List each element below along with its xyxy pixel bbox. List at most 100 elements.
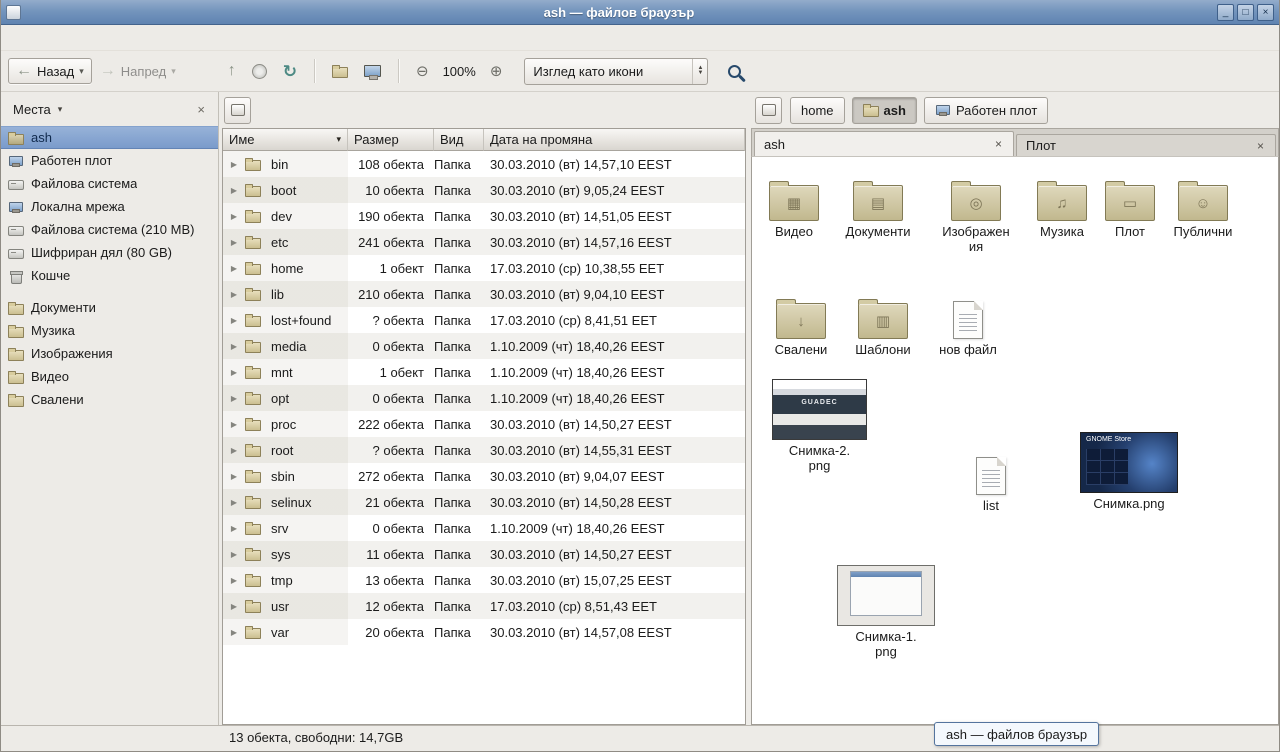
pane-location-button[interactable]: [224, 97, 251, 124]
icon-view-item[interactable]: GNOME Store Снимка.png: [1079, 432, 1179, 512]
menu-item[interactable]: [41, 34, 59, 42]
table-row[interactable]: ▶ dev 190 обекта Папка 30.03.2010 (вт) 1…: [223, 203, 745, 229]
tab[interactable]: Плот ×: [1016, 134, 1276, 156]
icon-view-item[interactable]: нов файл: [930, 287, 1006, 358]
sidebar-item[interactable]: Видео: [1, 365, 218, 388]
expander-icon[interactable]: ▶: [223, 420, 245, 429]
column-header-type[interactable]: Вид: [434, 129, 484, 151]
table-row[interactable]: ▶ usr 12 обекта Папка 17.03.2010 (ср) 8,…: [223, 593, 745, 619]
table-row[interactable]: ▶ proc 222 обекта Папка 30.03.2010 (вт) …: [223, 411, 745, 437]
expander-icon[interactable]: ▶: [223, 446, 245, 455]
sidebar-item[interactable]: Локална мрежа: [1, 195, 218, 218]
computer-button[interactable]: [356, 60, 389, 82]
table-row[interactable]: ▶ selinux 21 обекта Папка 30.03.2010 (вт…: [223, 489, 745, 515]
menu-item[interactable]: [23, 34, 41, 42]
icon-view-item[interactable]: Снимка-1. png: [836, 565, 936, 660]
table-row[interactable]: ▶ sbin 272 обекта Папка 30.03.2010 (вт) …: [223, 463, 745, 489]
sidebar-item[interactable]: Музика: [1, 319, 218, 342]
icon-view-item[interactable]: ▤ Документи: [840, 169, 916, 240]
icon-view-item[interactable]: ↓ Свалени: [763, 287, 839, 358]
icon-view-item[interactable]: ☺ Публични: [1165, 169, 1241, 240]
expander-icon[interactable]: ▶: [223, 628, 245, 637]
table-row[interactable]: ▶ bin 108 обекта Папка 30.03.2010 (вт) 1…: [223, 151, 745, 177]
table-row[interactable]: ▶ root ? обекта Папка 30.03.2010 (вт) 14…: [223, 437, 745, 463]
close-button[interactable]: ×: [1257, 4, 1274, 21]
expander-icon[interactable]: ▶: [223, 550, 245, 559]
expander-icon[interactable]: ▶: [223, 472, 245, 481]
tab-close-icon[interactable]: ×: [1255, 139, 1266, 153]
expander-icon[interactable]: ▶: [223, 576, 245, 585]
expander-icon[interactable]: ▶: [223, 186, 245, 195]
table-row[interactable]: ▶ mnt 1 обект Папка 1.10.2009 (чт) 18,40…: [223, 359, 745, 385]
menu-item[interactable]: [77, 34, 95, 42]
tab-close-icon[interactable]: ×: [993, 137, 1004, 151]
expander-icon[interactable]: ▶: [223, 160, 245, 169]
breadcrumb-button[interactable]: Работен плот: [924, 97, 1048, 124]
breadcrumb-button[interactable]: ash: [852, 97, 917, 124]
sidebar-item[interactable]: Файлова система: [1, 172, 218, 195]
expander-icon[interactable]: ▶: [223, 342, 245, 351]
icon-view-item[interactable]: list: [953, 443, 1029, 514]
sidebar-item[interactable]: Кошче: [1, 264, 218, 287]
table-row[interactable]: ▶ etc 241 обекта Папка 30.03.2010 (вт) 1…: [223, 229, 745, 255]
icon-view-item[interactable]: ▥ Шаблони: [845, 287, 921, 358]
stop-button[interactable]: [244, 59, 275, 84]
sidebar-close-icon[interactable]: ×: [190, 100, 212, 119]
icon-view-item[interactable]: ♫ Музика: [1024, 169, 1100, 240]
tab[interactable]: ash ×: [754, 131, 1014, 156]
icon-view-item[interactable]: ◎ Изображен ия: [938, 169, 1014, 255]
table-row[interactable]: ▶ opt 0 обекта Папка 1.10.2009 (чт) 18,4…: [223, 385, 745, 411]
up-button[interactable]: ↑: [220, 58, 244, 84]
sidebar-item[interactable]: Файлова система (210 MB): [1, 218, 218, 241]
expander-icon[interactable]: ▶: [223, 602, 245, 611]
table-row[interactable]: ▶ boot 10 обекта Папка 30.03.2010 (вт) 9…: [223, 177, 745, 203]
breadcrumb-button[interactable]: home: [790, 97, 845, 124]
table-row[interactable]: ▶ srv 0 обекта Папка 1.10.2009 (чт) 18,4…: [223, 515, 745, 541]
expander-icon[interactable]: ▶: [223, 498, 245, 507]
expander-icon[interactable]: ▶: [223, 290, 245, 299]
titlebar[interactable]: ash — файлов браузър _ □ ×: [1, 0, 1279, 25]
sidebar-item[interactable]: Шифриран дял (80 GB): [1, 241, 218, 264]
table-row[interactable]: ▶ var 20 обекта Папка 30.03.2010 (вт) 14…: [223, 619, 745, 645]
expander-icon[interactable]: ▶: [223, 524, 245, 533]
sidebar-item[interactable]: Свалени: [1, 388, 218, 411]
sidebar-item[interactable]: Документи: [1, 296, 218, 319]
home-button[interactable]: [324, 58, 356, 84]
reload-button[interactable]: ↻: [275, 58, 305, 85]
zoom-out-button[interactable]: ⊖: [408, 59, 437, 84]
search-button[interactable]: [720, 60, 749, 83]
sidebar-item[interactable]: Изображения: [1, 342, 218, 365]
icon-view-item[interactable]: GUADEC Снимка-2. png: [771, 379, 868, 474]
table-row[interactable]: ▶ tmp 13 обекта Папка 30.03.2010 (вт) 15…: [223, 567, 745, 593]
expander-icon[interactable]: ▶: [223, 238, 245, 247]
table-row[interactable]: ▶ lib 210 обекта Папка 30.03.2010 (вт) 9…: [223, 281, 745, 307]
sidebar-mode-dropdown[interactable]: Места ▾: [7, 99, 68, 120]
table-row[interactable]: ▶ lost+found ? обекта Папка 17.03.2010 (…: [223, 307, 745, 333]
column-header-name[interactable]: Име ▾: [223, 129, 348, 151]
expander-icon[interactable]: ▶: [223, 212, 245, 221]
expander-icon[interactable]: ▶: [223, 368, 245, 377]
place-label: Видео: [31, 369, 69, 384]
pane-location-button[interactable]: [755, 97, 782, 124]
expander-icon[interactable]: ▶: [223, 394, 245, 403]
view-mode-combobox[interactable]: Изглед като икони ▲ ▼: [524, 58, 708, 85]
table-row[interactable]: ▶ sys 11 обекта Папка 30.03.2010 (вт) 14…: [223, 541, 745, 567]
icon-view-item[interactable]: ▭ Плот: [1092, 169, 1168, 240]
expander-icon[interactable]: ▶: [223, 264, 245, 273]
menu-item[interactable]: [5, 34, 23, 42]
zoom-in-button[interactable]: ⊕: [482, 59, 511, 84]
table-row[interactable]: ▶ home 1 обект Папка 17.03.2010 (ср) 10,…: [223, 255, 745, 281]
sidebar-item[interactable]: Работен плот: [1, 149, 218, 172]
column-header-date[interactable]: Дата на промяна: [484, 129, 745, 151]
expander-icon[interactable]: ▶: [223, 316, 245, 325]
sidebar-item[interactable]: ash: [1, 126, 218, 149]
column-header-size[interactable]: Размер: [348, 129, 434, 151]
forward-button[interactable]: → Напред ▾: [92, 58, 184, 84]
maximize-button[interactable]: □: [1237, 4, 1254, 21]
menu-item[interactable]: [95, 34, 113, 42]
menu-item[interactable]: [59, 34, 77, 42]
icon-view-item[interactable]: ▦ Видео: [756, 169, 832, 240]
table-row[interactable]: ▶ media 0 обекта Папка 1.10.2009 (чт) 18…: [223, 333, 745, 359]
minimize-button[interactable]: _: [1217, 4, 1234, 21]
back-button[interactable]: ← Назад ▾: [8, 58, 92, 84]
